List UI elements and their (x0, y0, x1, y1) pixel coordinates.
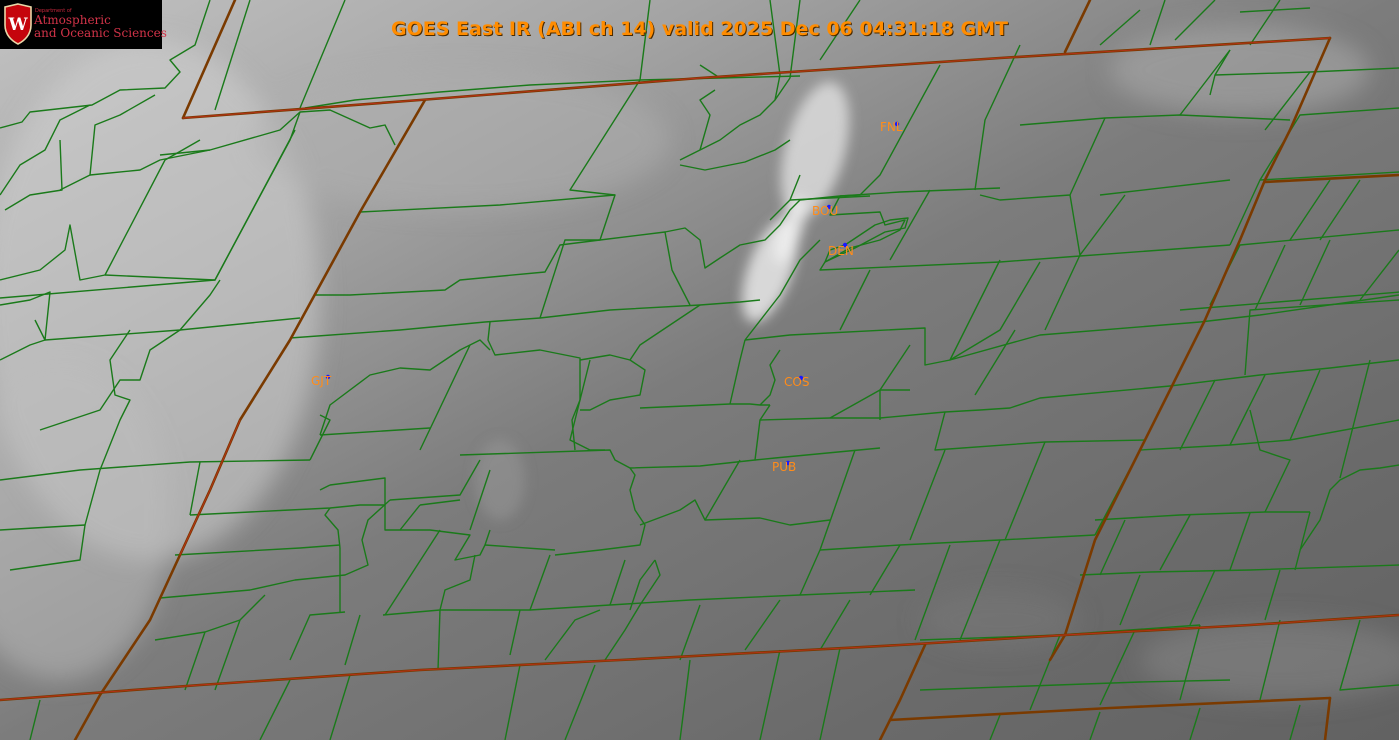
station-label-fnl: FNL (880, 120, 903, 134)
station-label-den: DEN (828, 244, 854, 258)
station-label-gjt: GJT (311, 374, 332, 388)
station-bou: BOU (812, 204, 838, 218)
station-gjt: GJT (311, 374, 332, 388)
station-label-pub: PUB (772, 460, 796, 474)
map-title: GOES East IR (ABI ch 14) valid 2025 Dec … (391, 18, 1008, 40)
station-fnl: FNL (880, 120, 903, 134)
satellite-map: FNL BOU DEN COS PUB GJT (0, 0, 1399, 740)
station-pub: PUB (772, 460, 796, 474)
station-cos: COS (784, 375, 809, 389)
station-label-bou: BOU (812, 204, 838, 218)
station-label-cos: COS (784, 375, 809, 389)
station-den: DEN (828, 242, 854, 258)
